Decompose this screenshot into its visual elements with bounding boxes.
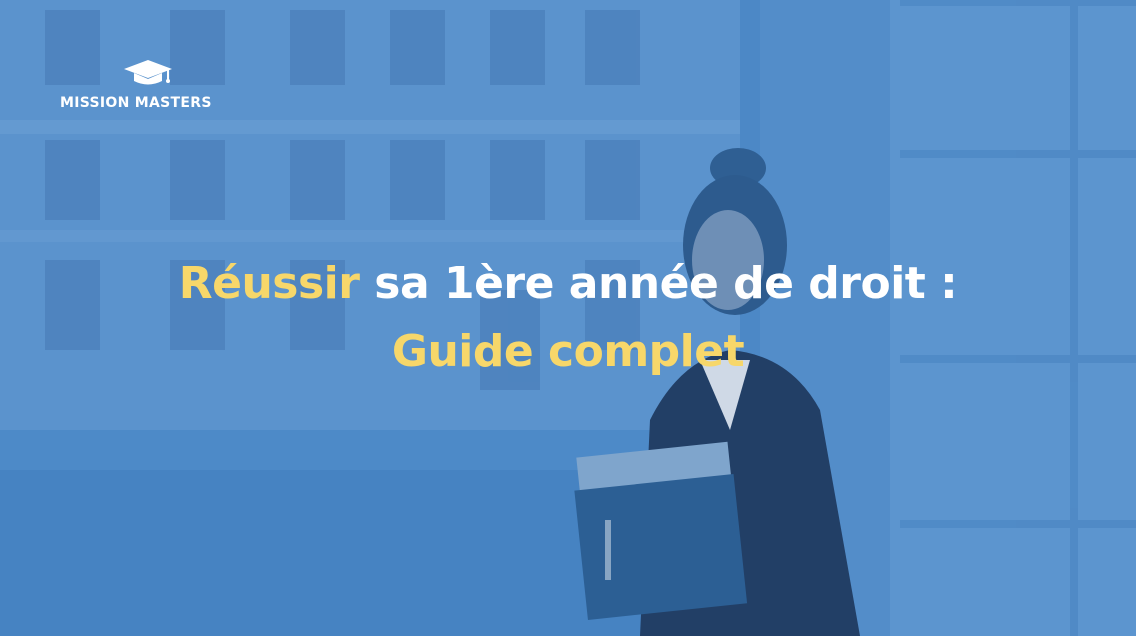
brand-name: MISSION MASTERS xyxy=(60,95,212,111)
hero-banner: MISSION MASTERS Réussir sa 1ère année de… xyxy=(0,0,1136,636)
title-line-1-rest: sa 1ère année de droit : xyxy=(359,258,958,309)
page-title: Réussir sa 1ère année de droit : Guide c… xyxy=(0,250,1136,386)
graduation-cap-icon xyxy=(124,60,172,85)
title-accent-word: Réussir xyxy=(178,258,360,309)
brand-logo[interactable]: MISSION MASTERS xyxy=(60,58,230,118)
title-line-2: Guide complet xyxy=(391,326,745,377)
title-line-1: Réussir sa 1ère année de droit : xyxy=(0,250,1136,318)
